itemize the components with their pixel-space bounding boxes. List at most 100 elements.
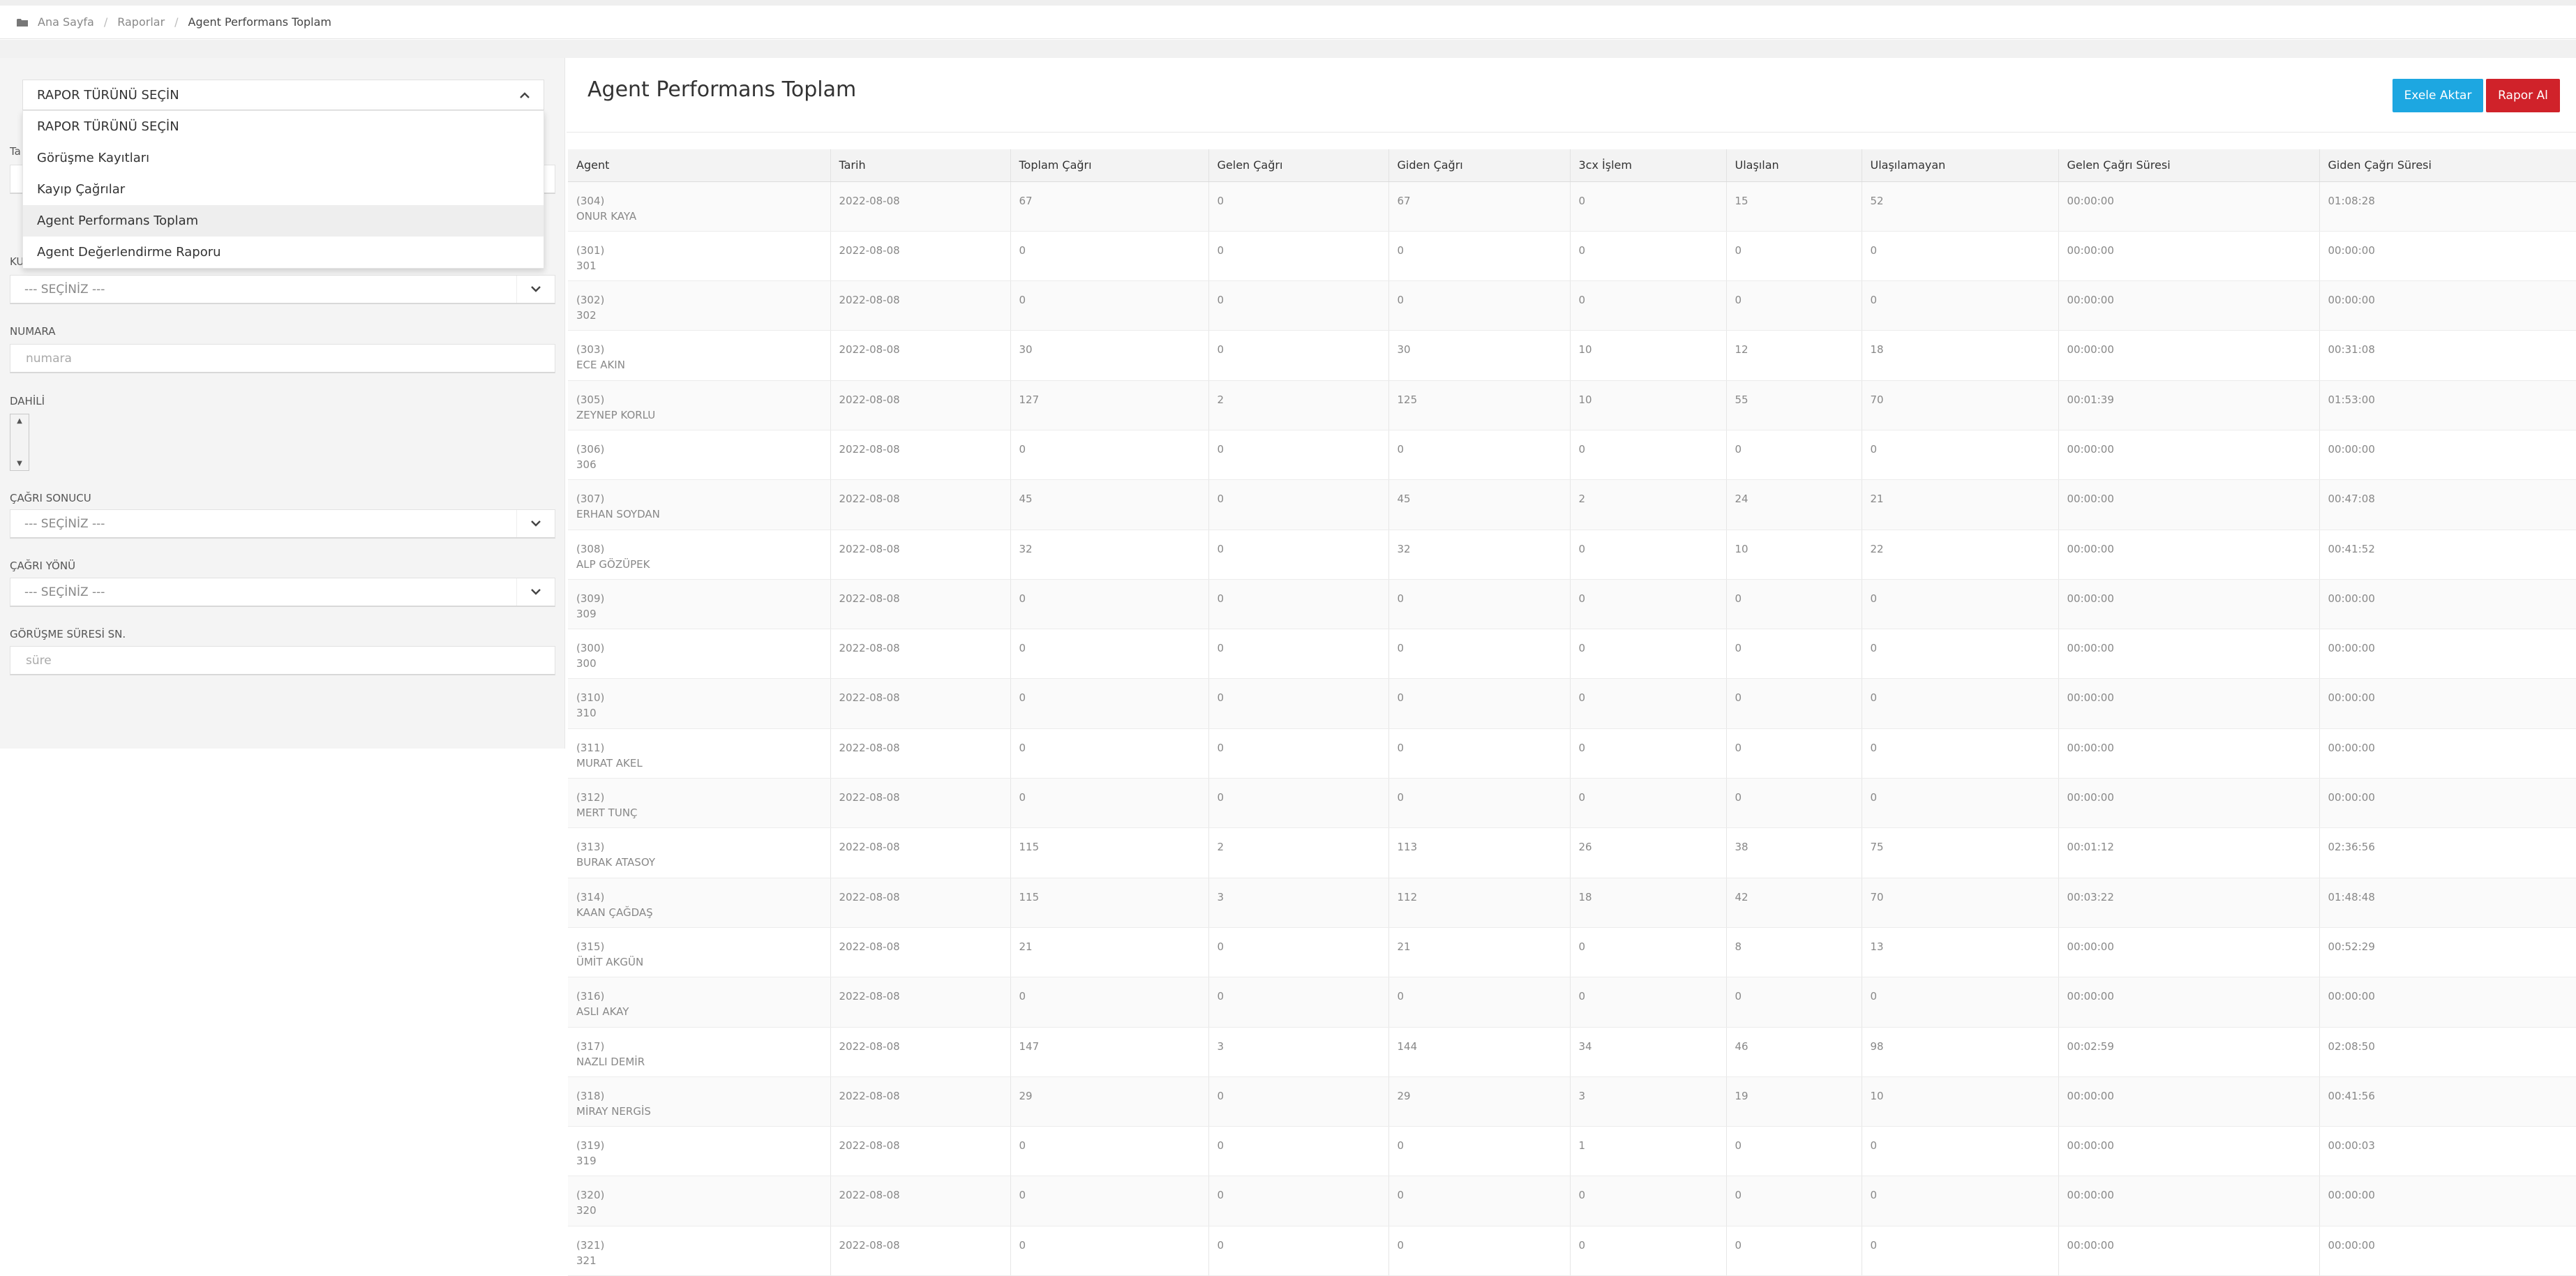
col-tarih-cell: 2022-08-08 <box>830 1076 1011 1127</box>
numara-input[interactable] <box>24 350 555 366</box>
col-toplam-cagri-cell: 0 <box>1010 1226 1209 1276</box>
agent-name: 301 <box>576 259 597 272</box>
agent-name: 310 <box>576 707 597 720</box>
col-giden-sure-cell: 00:00:00 <box>2319 977 2576 1028</box>
col-ulasilamayan-header[interactable]: Ulaşılamayan <box>1862 149 2059 182</box>
col-tarih-cell: 2022-08-08 <box>830 530 1011 580</box>
agent-cell: (301) 301 <box>568 231 831 282</box>
table-row: (320) 320 2022-08-08 0 0 0 0 0 0 00:00:00 00:00:00 <box>568 1176 2576 1226</box>
col-ulasilan-cell: 12 <box>1726 330 1862 381</box>
agent-cell: (313) BURAK ATASOY <box>568 827 831 878</box>
col-giden-cagri-header[interactable]: Giden Çağrı <box>1388 149 1571 182</box>
col-ulasilan-cell: 0 <box>1726 778 1862 829</box>
dahili-listbox[interactable]: ▲ ▼ <box>10 414 29 471</box>
col-tarih-cell: 2022-08-08 <box>830 1226 1011 1276</box>
agent-cell: (300) 300 <box>568 629 831 680</box>
agent-name: 306 <box>576 458 597 471</box>
col-gelen-sure-cell: 00:00:00 <box>2058 181 2320 232</box>
cagri-yonu-select[interactable]: --- SEÇİNİZ --- <box>10 578 555 607</box>
chevron-down-icon[interactable] <box>516 276 555 303</box>
agent-name: ÜMİT AKGÜN <box>576 955 644 968</box>
col-gelen-cagri-cell: 0 <box>1208 629 1389 680</box>
col-ulasilamayan-cell: 98 <box>1862 1027 2059 1077</box>
agent-extension: (312) <box>576 791 605 804</box>
col-gelen-sure-header[interactable]: Gelen Çağrı Süresi <box>2058 149 2320 182</box>
col-gelen-cagri-cell: 0 <box>1208 231 1389 282</box>
col-gelen-sure-cell: 00:00:00 <box>2058 1076 2320 1127</box>
select-field[interactable]: --- SEÇİNİZ --- <box>10 275 555 304</box>
report-option[interactable]: Kayıp Çağrılar <box>23 174 544 205</box>
cagri-sonucu-label: ÇAĞRI SONUCU <box>10 492 91 504</box>
col-agent-header[interactable]: Agent <box>568 149 831 182</box>
table-row: (318) MİRAY NERGİS 2022-08-08 29 0 29 3 19 10 00:… <box>568 1076 2576 1127</box>
col-gelen-cagri-cell: 0 <box>1208 1226 1389 1276</box>
col-giden-cagri-cell: 0 <box>1388 977 1571 1028</box>
col-gelen-sure-cell: 00:00:00 <box>2058 330 2320 381</box>
col-gelen-cagri-header[interactable]: Gelen Çağrı <box>1208 149 1389 182</box>
col-gelen-cagri-cell: 3 <box>1208 1027 1389 1077</box>
chevron-down-icon[interactable] <box>516 578 555 606</box>
report-option[interactable]: Agent Değerlendirme Raporu <box>23 237 544 268</box>
report-option[interactable]: Görüşme Kayıtları <box>23 142 544 174</box>
col-tarih-cell: 2022-08-08 <box>830 1027 1011 1077</box>
col-ulasilan-header[interactable]: Ulaşılan <box>1726 149 1862 182</box>
col-giden-sure-cell: 00:31:08 <box>2319 330 2576 381</box>
report-option[interactable]: RAPOR TÜRÜNÜ SEÇİN <box>23 111 544 142</box>
col-tarih-cell: 2022-08-08 <box>830 430 1011 481</box>
col-ulasilamayan-cell: 18 <box>1862 330 2059 381</box>
gorusme-suresi-field[interactable] <box>10 646 555 675</box>
col-giden-sure-cell: 00:00:00 <box>2319 231 2576 282</box>
cagri-sonucu-select[interactable]: --- SEÇİNİZ --- <box>10 509 555 539</box>
report-option-selected[interactable]: Agent Performans Toplam <box>23 205 544 237</box>
col-giden-sure-header[interactable]: Giden Çağrı Süresi <box>2319 149 2576 182</box>
col-tarih-cell: 2022-08-08 <box>830 927 1011 978</box>
col-ulasilamayan-cell: 0 <box>1862 231 2059 282</box>
col-toplam-cagri-cell: 67 <box>1010 181 1209 232</box>
col-giden-cagri-cell: 112 <box>1388 878 1571 928</box>
numara-field[interactable] <box>10 344 555 373</box>
col-giden-cagri-cell: 0 <box>1388 778 1571 829</box>
report-type-select[interactable]: RAPOR TÜRÜNÜ SEÇİN <box>22 80 544 110</box>
col-tarih-header[interactable]: Tarih <box>830 149 1011 182</box>
chevron-up-icon[interactable] <box>506 80 544 110</box>
agent-name: 319 <box>576 1155 597 1168</box>
col-3cx-islem-cell: 18 <box>1570 878 1727 928</box>
col-gelen-cagri-cell: 0 <box>1208 330 1389 381</box>
agent-cell: (306) 306 <box>568 430 831 481</box>
col-3cx-islem-header[interactable]: 3cx İşlem <box>1570 149 1727 182</box>
col-toplam-cagri-cell: 0 <box>1010 1176 1209 1226</box>
get-report-button[interactable]: Rapor Al <box>2486 79 2560 112</box>
agent-cell: (315) ÜMİT AKGÜN <box>568 927 831 978</box>
chevron-up-icon[interactable]: ▲ <box>17 417 22 425</box>
col-toplam-cagri-cell: 45 <box>1010 479 1209 530</box>
col-gelen-sure-cell: 00:03:22 <box>2058 878 2320 928</box>
col-tarih-cell: 2022-08-08 <box>830 1126 1011 1177</box>
col-ulasilan-cell: 38 <box>1726 827 1862 878</box>
col-ulasilamayan-cell: 0 <box>1862 977 2059 1028</box>
agent-cell: (308) ALP GÖZÜPEK <box>568 530 831 580</box>
cagri-yonu-label: ÇAĞRI YÖNÜ <box>10 560 76 572</box>
col-giden-cagri-cell: 0 <box>1388 579 1571 630</box>
col-ulasilamayan-cell: 0 <box>1862 678 2059 729</box>
col-giden-cagri-cell: 0 <box>1388 1226 1571 1276</box>
col-gelen-sure-cell: 00:00:00 <box>2058 778 2320 829</box>
col-toplam-cagri-header[interactable]: Toplam Çağrı <box>1010 149 1209 182</box>
chevron-down-icon[interactable]: ▼ <box>17 460 22 467</box>
agent-cell: (304) ONUR KAYA <box>568 181 831 232</box>
folder-home-icon[interactable] <box>17 18 28 27</box>
export-excel-button[interactable]: Exele Aktar <box>2392 79 2483 112</box>
col-ulasilan-cell: 0 <box>1726 678 1862 729</box>
chevron-down-icon[interactable] <box>516 510 555 537</box>
col-ulasilan-cell: 46 <box>1726 1027 1862 1077</box>
col-3cx-islem-cell: 0 <box>1570 280 1727 331</box>
page-title: Agent Performans Toplam <box>587 77 857 102</box>
col-gelen-sure-cell: 00:00:00 <box>2058 430 2320 481</box>
table-row: (302) 302 2022-08-08 0 0 0 0 0 0 00:00:00 00:00:00 <box>568 280 2576 331</box>
col-3cx-islem-cell: 0 <box>1570 579 1727 630</box>
gorusme-suresi-input[interactable] <box>24 652 555 668</box>
breadcrumb-home[interactable]: Ana Sayfa <box>38 15 94 29</box>
agent-extension: (309) <box>576 592 605 605</box>
col-ulasilan-cell: 0 <box>1726 977 1862 1028</box>
col-tarih-cell: 2022-08-08 <box>830 629 1011 680</box>
breadcrumb-reports[interactable]: Raporlar <box>117 15 165 29</box>
